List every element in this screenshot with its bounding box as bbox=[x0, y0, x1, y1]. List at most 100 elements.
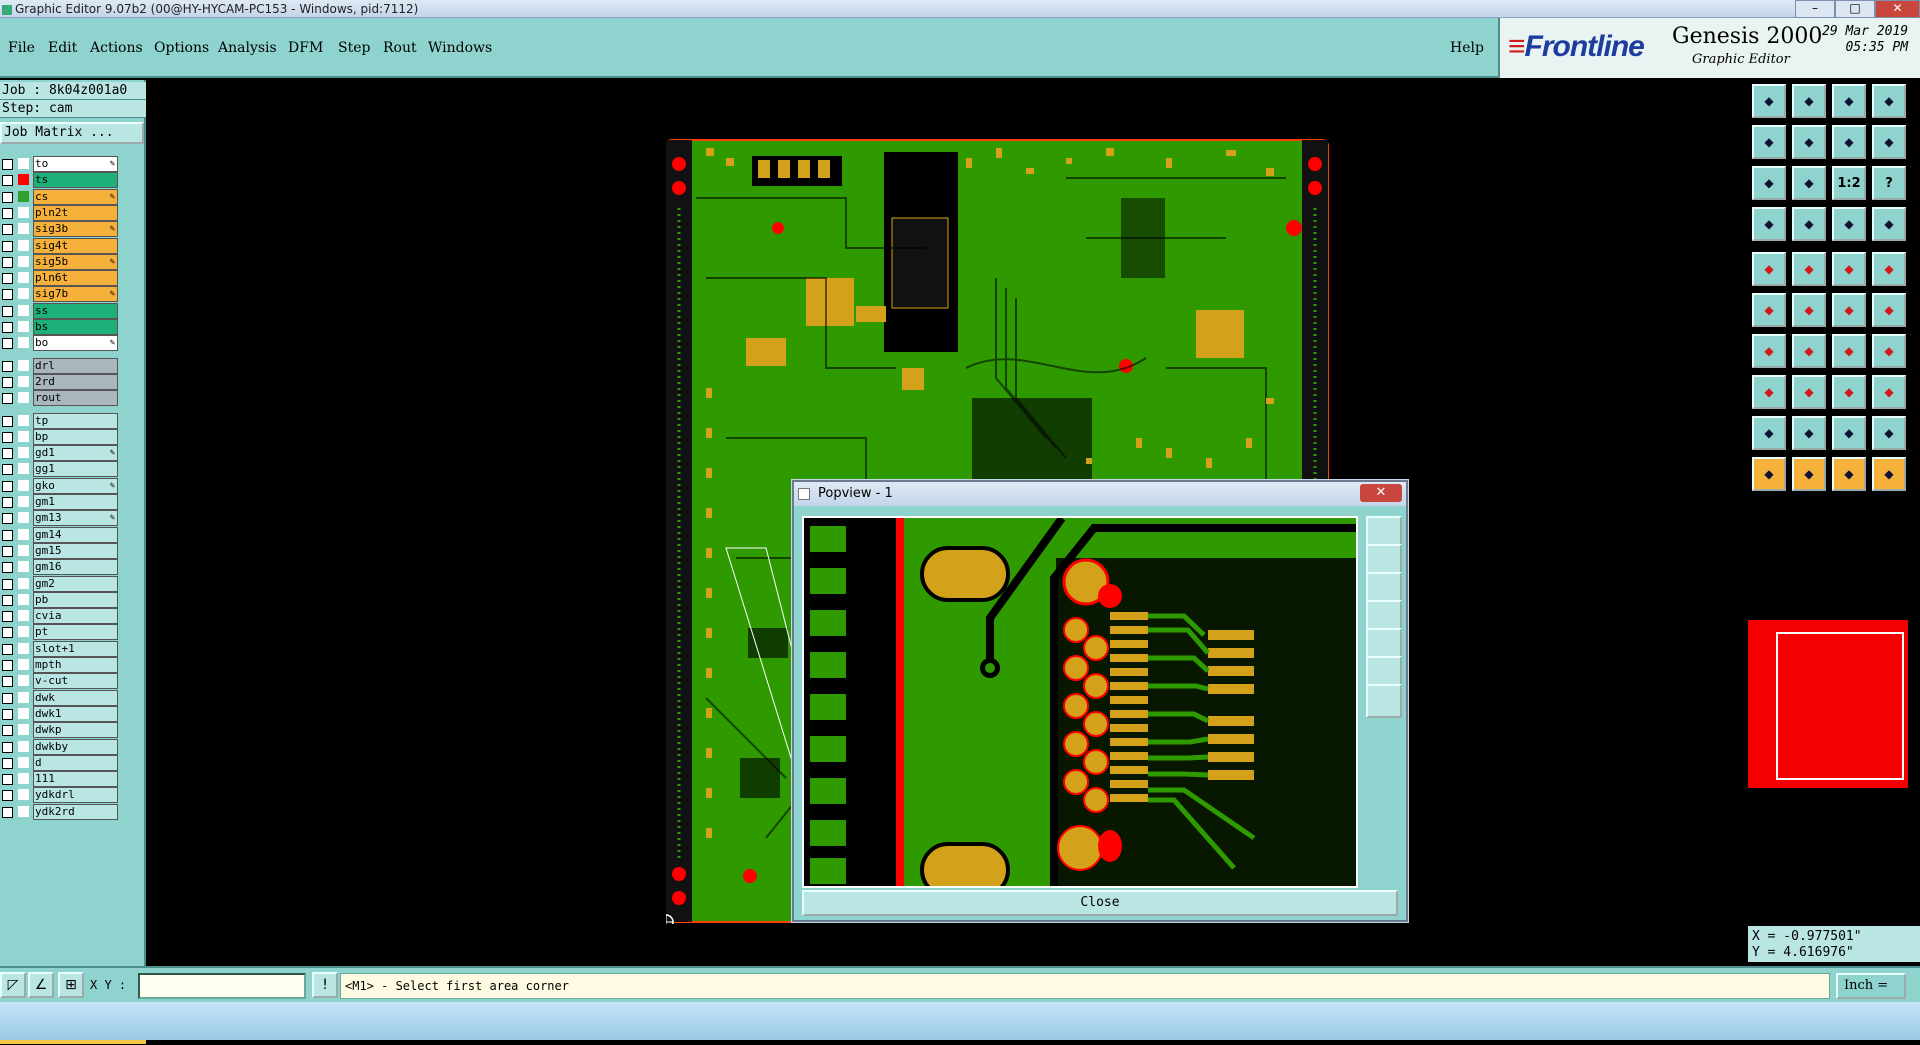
layer-checkbox[interactable] bbox=[2, 480, 13, 492]
overview-viewport-frame[interactable] bbox=[1776, 632, 1904, 780]
node-tool-button[interactable]: ◆ bbox=[1752, 293, 1786, 327]
layer-row[interactable]: pln2t bbox=[0, 204, 118, 221]
layer-name[interactable]: bo ✎ bbox=[33, 335, 118, 352]
layer-color-swatch[interactable] bbox=[18, 707, 29, 719]
layer-color-swatch[interactable] bbox=[18, 337, 29, 349]
menu-step[interactable]: Step bbox=[338, 40, 370, 56]
layer-name[interactable]: d bbox=[33, 754, 118, 771]
job-matrix-button[interactable]: Job Matrix ... bbox=[0, 122, 144, 144]
maximize-button[interactable]: □ bbox=[1835, 0, 1875, 18]
layer-checkbox[interactable] bbox=[2, 578, 13, 590]
layer-color-swatch[interactable] bbox=[18, 463, 29, 475]
layer-checkbox[interactable] bbox=[2, 741, 13, 753]
layer-color-swatch[interactable] bbox=[18, 190, 29, 202]
layer-name[interactable]: gm16 bbox=[33, 559, 118, 576]
layer-name[interactable]: bs bbox=[33, 319, 118, 335]
layer-checkbox[interactable] bbox=[2, 273, 13, 285]
layer-color-swatch[interactable] bbox=[18, 691, 29, 703]
ff-tool-button[interactable]: ◆ bbox=[1872, 334, 1906, 368]
layer-name[interactable]: gg1 bbox=[33, 461, 118, 478]
layer-name[interactable]: gm2 bbox=[33, 575, 118, 592]
layer-name[interactable]: dwkp bbox=[33, 722, 118, 739]
layer-checkbox[interactable] bbox=[2, 322, 13, 333]
layer-name[interactable]: gm1 bbox=[33, 494, 118, 510]
line-point-tool-button[interactable]: ◆ bbox=[1832, 293, 1866, 327]
layer-name[interactable]: drl bbox=[33, 357, 118, 374]
mirror-tool-button[interactable]: ◆ bbox=[1832, 125, 1866, 159]
layer-name[interactable]: sig5b ✎ bbox=[33, 253, 118, 270]
layer-row[interactable]: v-cut bbox=[0, 673, 118, 690]
layer-name[interactable]: pln6t bbox=[33, 270, 118, 287]
diagonal-tool-button[interactable]: ◆ bbox=[1792, 334, 1826, 368]
menu-options[interactable]: Options bbox=[154, 40, 209, 56]
layer-checkbox[interactable] bbox=[2, 464, 13, 476]
layer-name[interactable]: bp bbox=[33, 428, 118, 445]
menu-file[interactable]: File bbox=[8, 40, 35, 56]
layer-checkbox[interactable] bbox=[2, 376, 13, 388]
layer-name[interactable]: gd1 ✎ bbox=[33, 445, 118, 462]
layer-row[interactable]: cs ✎ bbox=[0, 188, 118, 205]
layer-row[interactable]: sig4t bbox=[0, 237, 118, 254]
layer-row[interactable]: gm2 bbox=[0, 575, 118, 592]
layer-name[interactable]: sig3b ✎ bbox=[33, 221, 118, 238]
layer-name[interactable]: ts bbox=[33, 172, 118, 189]
layer-name[interactable]: v-cut bbox=[33, 673, 118, 690]
layer-row[interactable]: sig7b ✎ bbox=[0, 286, 118, 303]
triangle-a-tool-button[interactable]: ◆ bbox=[1792, 416, 1826, 450]
layer-row[interactable]: bo ✎ bbox=[0, 335, 118, 352]
select-feature-tool-button[interactable]: ◆ bbox=[1752, 252, 1786, 286]
layer-color-swatch[interactable] bbox=[18, 375, 29, 387]
layer-checkbox[interactable] bbox=[2, 191, 13, 203]
layer-row[interactable]: to ✎ bbox=[0, 156, 118, 172]
layer-row[interactable]: ydkdrl bbox=[0, 787, 118, 804]
layer-color-swatch[interactable] bbox=[18, 675, 29, 687]
layer-color-swatch[interactable] bbox=[18, 805, 29, 817]
layer-checkbox[interactable] bbox=[2, 806, 13, 818]
layer-row[interactable]: d bbox=[0, 754, 118, 771]
layer-color-swatch[interactable] bbox=[18, 544, 29, 556]
layer-color-swatch[interactable] bbox=[18, 158, 29, 169]
layer-checkbox[interactable] bbox=[2, 175, 13, 187]
minus-line-tool-button[interactable]: ◆ bbox=[1792, 375, 1826, 409]
prompt-info-icon[interactable]: ! bbox=[312, 972, 338, 998]
pad-tool-button[interactable]: ◆ bbox=[1872, 252, 1906, 286]
layer-color-swatch[interactable] bbox=[18, 528, 29, 540]
layer-row[interactable]: gg1 bbox=[0, 461, 118, 478]
layer-row[interactable]: cvia bbox=[0, 608, 118, 625]
layer-up-tool-button[interactable]: ◆ bbox=[1752, 84, 1786, 118]
layer-color-swatch[interactable] bbox=[18, 577, 29, 589]
layer-row[interactable]: gm14 bbox=[0, 526, 118, 543]
layer-name[interactable]: ydk2rd bbox=[33, 803, 118, 820]
menu-windows[interactable]: Windows bbox=[428, 40, 492, 56]
layer-color-swatch[interactable] bbox=[18, 223, 29, 235]
minimize-button[interactable]: – bbox=[1795, 0, 1835, 18]
layer-name[interactable]: gm14 bbox=[33, 526, 118, 543]
angle-mode-icon[interactable]: ∠ bbox=[28, 972, 54, 998]
layer-checkbox[interactable] bbox=[2, 708, 13, 720]
layer-name[interactable]: gm15 bbox=[33, 542, 118, 559]
layer-checkbox[interactable] bbox=[2, 594, 13, 606]
layer-color-swatch[interactable] bbox=[18, 593, 29, 605]
angle-tool-button[interactable]: ◆ bbox=[1752, 334, 1786, 368]
layer-row[interactable]: pb bbox=[0, 591, 118, 608]
units-selector[interactable]: Inch = bbox=[1836, 973, 1906, 999]
layer-checkbox[interactable] bbox=[2, 513, 13, 525]
xy-input[interactable] bbox=[138, 973, 306, 999]
layer-checkbox[interactable] bbox=[2, 240, 13, 252]
home-tool-button[interactable]: ◆ bbox=[1832, 84, 1866, 118]
window-close-button[interactable]: ✕ bbox=[1875, 0, 1920, 18]
connect-tool-button[interactable]: ◆ bbox=[1832, 375, 1866, 409]
popview-close-x-button[interactable]: ✕ bbox=[1360, 484, 1402, 502]
layer-color-swatch[interactable] bbox=[18, 642, 29, 654]
triangle-b-tool-button[interactable]: ◆ bbox=[1832, 416, 1866, 450]
menu-edit[interactable]: Edit bbox=[48, 40, 77, 56]
layer-name[interactable]: pln2t bbox=[33, 204, 118, 221]
layer-checkbox[interactable] bbox=[2, 692, 13, 704]
layer-color-swatch[interactable] bbox=[18, 789, 29, 801]
layer-checkbox[interactable] bbox=[2, 415, 13, 427]
help-tool-button[interactable]: ? bbox=[1872, 166, 1906, 200]
layer-checkbox[interactable] bbox=[2, 393, 13, 405]
layer-row[interactable]: gd1 ✎ bbox=[0, 445, 118, 462]
layer-color-swatch[interactable] bbox=[18, 255, 29, 267]
layer-checkbox[interactable] bbox=[2, 497, 13, 508]
